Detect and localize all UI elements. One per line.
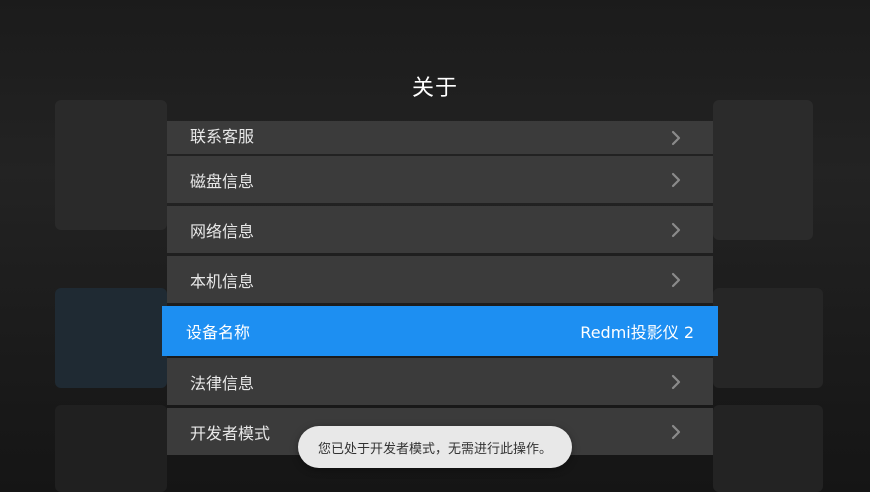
chevron-right-icon <box>669 373 683 391</box>
menu-item-label: 联系客服 <box>190 126 255 146</box>
about-menu: 联系客服 磁盘信息 网络信息 本机信息 设备名称 Redmi投影仪 2 法律信息… <box>0 0 870 492</box>
menu-item-network-info[interactable]: 网络信息 <box>167 206 713 253</box>
chevron-right-icon <box>669 221 683 239</box>
screen: 关于 联系客服 磁盘信息 网络信息 本机信息 设备名称 Redmi投影仪 2 法… <box>0 0 870 492</box>
menu-item-label: 设备名称 <box>186 323 251 342</box>
device-name-value: Redmi投影仪 2 <box>580 323 694 342</box>
chevron-right-icon <box>669 423 683 441</box>
menu-item-label: 网络信息 <box>190 221 255 241</box>
chevron-right-icon <box>669 129 683 147</box>
menu-item-label: 磁盘信息 <box>190 171 255 191</box>
menu-item-label: 法律信息 <box>190 373 255 393</box>
menu-item-contact-support[interactable]: 联系客服 <box>167 121 713 154</box>
chevron-right-icon <box>669 271 683 289</box>
chevron-right-icon <box>669 171 683 189</box>
menu-item-label: 开发者模式 <box>190 423 271 443</box>
menu-item-disk-info[interactable]: 磁盘信息 <box>167 156 713 203</box>
menu-item-legal-info[interactable]: 法律信息 <box>167 358 713 405</box>
menu-item-label: 本机信息 <box>190 271 255 291</box>
menu-item-device-info[interactable]: 本机信息 <box>167 256 713 303</box>
toast-message: 您已处于开发者模式，无需进行此操作。 <box>298 426 572 468</box>
menu-item-device-name[interactable]: 设备名称 Redmi投影仪 2 <box>162 306 718 356</box>
